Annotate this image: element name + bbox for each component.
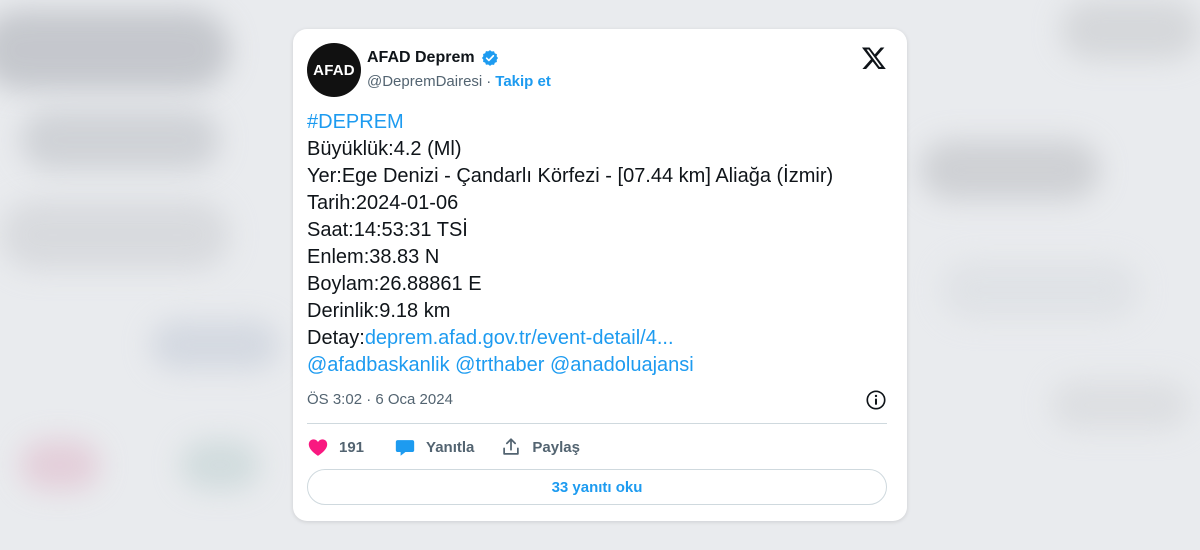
magnitude-line: Büyüklük:4.2 (Ml) bbox=[307, 138, 462, 160]
tweet-card: AFAD AFAD Deprem @DepremDairesi · Takip … bbox=[293, 29, 907, 521]
reply-bubble-icon bbox=[395, 440, 415, 456]
hashtag-link[interactable]: #DEPREM bbox=[307, 111, 404, 133]
author-name-row: AFAD Deprem bbox=[367, 49, 499, 67]
share-label: Paylaş bbox=[532, 438, 580, 456]
mention-link[interactable]: @afadbaskanlik bbox=[307, 354, 450, 376]
like-button[interactable]: 191 bbox=[307, 436, 364, 458]
detail-link[interactable]: deprem.afad.gov.tr/event-detail/4... bbox=[365, 327, 674, 349]
verified-badge-icon bbox=[481, 50, 498, 66]
handle-separator: · bbox=[486, 73, 492, 90]
location-line: Yer:Ege Denizi - Çandarlı Körfezi - [07.… bbox=[307, 165, 834, 187]
reply-button[interactable]: Yanıtla bbox=[394, 436, 474, 458]
detail-label: Detay: bbox=[307, 327, 365, 349]
mention-link[interactable]: @anadoluajansi bbox=[550, 354, 694, 376]
longitude-line: Boylam:26.88861 E bbox=[307, 273, 482, 295]
date-line: Tarih:2024-01-06 bbox=[307, 192, 459, 214]
share-button[interactable]: Paylaş bbox=[500, 436, 580, 458]
latitude-line: Enlem:38.83 N bbox=[307, 246, 440, 268]
author-handle-row: @DepremDairesi · Takip et bbox=[367, 73, 551, 90]
avatar-text: AFAD bbox=[313, 61, 355, 79]
depth-line: Derinlik:9.18 km bbox=[307, 300, 451, 322]
mention-link[interactable]: @trthaber bbox=[455, 354, 544, 376]
avatar[interactable]: AFAD bbox=[307, 43, 361, 97]
tweet-timestamp[interactable]: ÖS 3:02 · 6 Oca 2024 bbox=[307, 391, 453, 408]
author-handle[interactable]: @DepremDairesi bbox=[367, 73, 482, 90]
tweet-body: #DEPREM Büyüklük:4.2 (Ml) Yer:Ege Denizi… bbox=[307, 109, 897, 379]
x-logo-icon[interactable] bbox=[861, 45, 887, 71]
time-line: Saat:14:53:31 TSİ bbox=[307, 219, 468, 241]
action-bar: 191 Yanıtla Paylaş bbox=[307, 435, 580, 459]
author-display-name[interactable]: AFAD Deprem bbox=[367, 49, 475, 67]
info-icon[interactable] bbox=[865, 389, 887, 411]
follow-button[interactable]: Takip et bbox=[495, 73, 551, 90]
heart-icon bbox=[308, 439, 328, 456]
divider bbox=[307, 423, 887, 424]
like-count: 191 bbox=[339, 438, 365, 456]
share-icon bbox=[503, 438, 520, 455]
read-replies-button[interactable]: 33 yanıtı oku bbox=[307, 469, 887, 505]
reply-label: Yanıtla bbox=[426, 438, 475, 456]
